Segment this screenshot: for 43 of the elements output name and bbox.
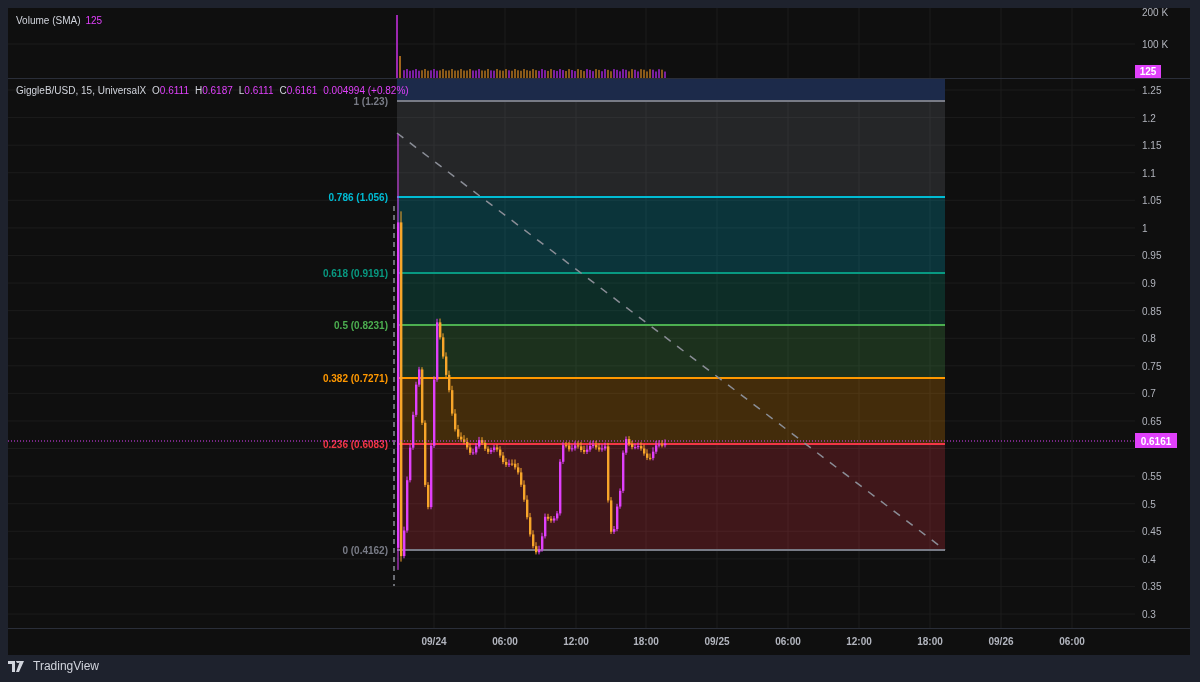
time-axis-label: 09/25 <box>704 636 730 647</box>
fib-level-label: 1 (1.23) <box>353 96 388 108</box>
brand-name: TradingView <box>33 659 100 673</box>
time-axis-label: 18:00 <box>917 636 943 647</box>
price-axis-label: 1 <box>1142 222 1148 234</box>
price-axis-label: 0.95 <box>1142 250 1162 262</box>
time-axis-label: 06:00 <box>1059 636 1085 647</box>
time-axis-label: 06:00 <box>775 636 801 647</box>
price-axis-label: 1.15 <box>1142 140 1162 152</box>
price-axis-label: 0.65 <box>1142 415 1162 427</box>
volume-axis-label: 100 K <box>1142 39 1169 50</box>
ohlc-legend: GiggleB/USD, 15, UniversalX O0.6111 H0.6187 L0.6111 C0.6161 0.004994 (+0.82%) <box>16 85 409 96</box>
price-axis-label: 0.9 <box>1142 278 1156 290</box>
fib-level-label: 0 (0.4162) <box>342 544 388 556</box>
price-axis-label: 0.85 <box>1142 305 1162 317</box>
fib-level-label: 0.5 (0.8231) <box>334 320 388 332</box>
price-axis-label: 1.2 <box>1142 112 1156 124</box>
price-axis-label: 0.3 <box>1142 609 1156 620</box>
fib-level-label: 0.786 (1.056) <box>328 192 388 203</box>
time-axis-label: 12:00 <box>563 636 589 647</box>
price-axis-label: 1.1 <box>1142 167 1156 179</box>
time-axis-label: 18:00 <box>633 636 659 647</box>
volume-axis-label: 200 K <box>1142 8 1169 18</box>
time-axis-label: 12:00 <box>846 636 872 647</box>
price-axis-label: 1.05 <box>1142 195 1162 207</box>
price-axis-label: 0.75 <box>1142 360 1162 372</box>
price-axis-label: 0.55 <box>1142 471 1162 483</box>
price-axis-label: 0.8 <box>1142 333 1156 345</box>
last-price-badge: 0.6161 <box>1135 433 1177 448</box>
price-axis-label: 0.4 <box>1142 553 1156 565</box>
time-axis-label: 09/26 <box>988 636 1014 647</box>
price-axis-label: 0.7 <box>1142 388 1156 400</box>
fib-level-label: 0.618 (0.9191) <box>322 267 388 279</box>
volume-legend: Volume (SMA) 125 <box>16 15 103 26</box>
price-axis-label: 0.45 <box>1142 526 1162 538</box>
fib-level-label: 0.382 (0.7271) <box>322 373 388 385</box>
price-axis-label: 0.5 <box>1142 498 1156 510</box>
fib-level-label: 0.236 (0.6083) <box>322 438 388 450</box>
time-axis-label: 09/24 <box>421 636 447 647</box>
price-axis-label: 1.25 <box>1142 85 1162 96</box>
time-axis-label: 06:00 <box>492 636 518 647</box>
price-axis-label: 0.35 <box>1142 581 1162 593</box>
volume-badge: 125 <box>1135 65 1161 78</box>
